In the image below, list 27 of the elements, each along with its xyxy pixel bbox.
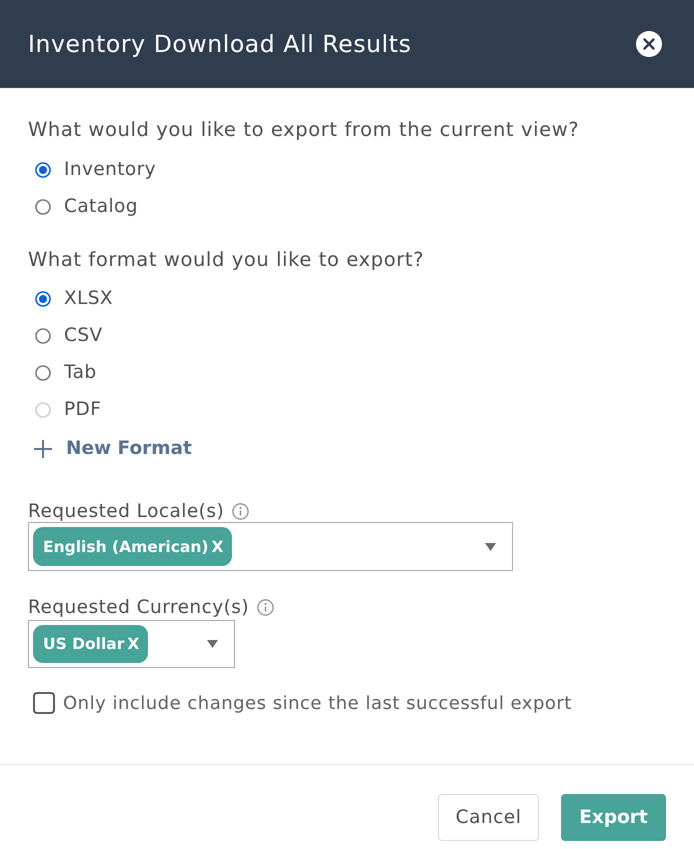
chip-label: English (American)	[43, 538, 208, 556]
checkbox[interactable]	[33, 692, 55, 714]
info-icon[interactable]	[257, 598, 274, 616]
close-icon[interactable]	[636, 31, 662, 57]
radio-button[interactable]	[35, 328, 51, 344]
option-label[interactable]: Catalog	[64, 196, 138, 217]
caret-icon[interactable]	[207, 640, 218, 648]
option-label[interactable]: Tab	[64, 362, 97, 383]
option-label[interactable]: CSV	[64, 325, 103, 346]
new-format-link[interactable]: New Format	[28, 430, 192, 467]
caret-icon[interactable]	[485, 542, 496, 550]
question-text: What format would you like to export?	[28, 248, 426, 272]
info-icon[interactable]	[232, 502, 250, 520]
radio-button[interactable]	[35, 198, 51, 214]
option-label[interactable]: Inventory	[64, 159, 156, 180]
radio-button[interactable]	[35, 162, 51, 178]
cancel-button[interactable]: Cancel	[438, 794, 539, 841]
checkbox-label[interactable]: Only include changes since the last successful export	[63, 692, 572, 714]
field-label: Requested Locale(s)	[28, 500, 224, 522]
plus-icon	[33, 438, 53, 458]
radio-button[interactable]	[35, 290, 51, 306]
field-label: Requested Currency(s)	[28, 596, 250, 618]
radio-button[interactable]	[35, 364, 51, 380]
question-text: What would you like to export from the current view?	[28, 118, 580, 142]
option-label[interactable]: XLSX	[64, 288, 113, 309]
dialog-title: Inventory Download All Results	[28, 30, 412, 58]
chip-label: US Dollar	[43, 635, 124, 653]
